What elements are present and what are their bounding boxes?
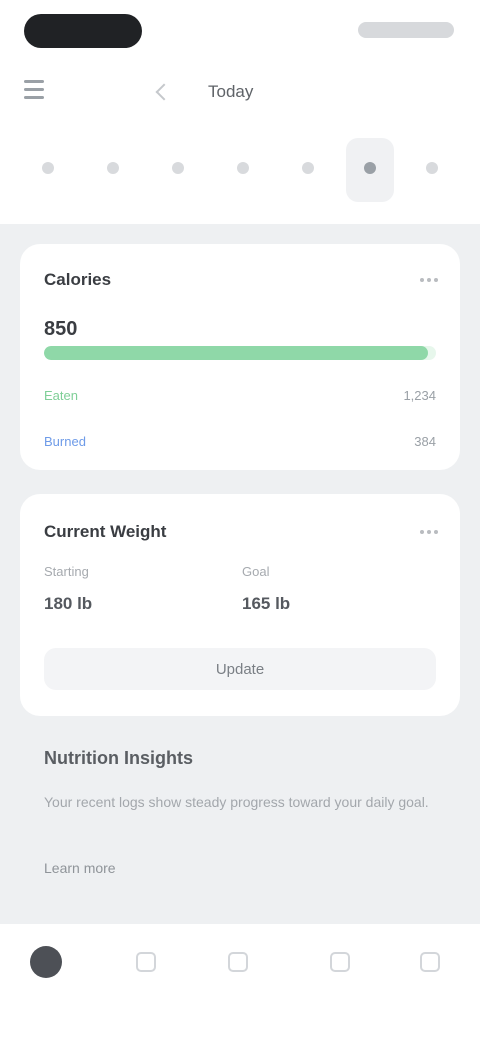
- page-title: Today: [208, 82, 254, 101]
- day-dot-icon: [426, 162, 438, 174]
- eaten-label: Eaten: [44, 388, 78, 403]
- day-1[interactable]: [24, 138, 72, 202]
- more-icon[interactable]: [420, 530, 438, 534]
- tab-add[interactable]: [214, 942, 262, 990]
- day-6-selected[interactable]: [346, 138, 394, 202]
- add-icon: [228, 952, 248, 972]
- calories-progress-track: [44, 346, 436, 360]
- day-4[interactable]: [219, 138, 267, 202]
- card-title: Calories: [44, 270, 112, 289]
- day-dot-icon: [172, 162, 184, 174]
- day-3[interactable]: [154, 138, 202, 202]
- tab-more[interactable]: [406, 942, 454, 990]
- tab-home[interactable]: [22, 942, 70, 990]
- tab-diary[interactable]: [122, 942, 170, 990]
- burned-value: 384: [414, 434, 436, 449]
- day-dot-icon: [302, 162, 314, 174]
- day-dot-icon: [237, 162, 249, 174]
- insights-body: Your recent logs show steady progress to…: [44, 794, 429, 810]
- burned-label: Burned: [44, 434, 86, 449]
- goal-weight-value: 165 lb: [242, 594, 291, 613]
- eaten-value: 1,234: [403, 388, 436, 403]
- day-dot-icon: [107, 162, 119, 174]
- day-5[interactable]: [284, 138, 332, 202]
- top-navigation: Today: [0, 64, 480, 116]
- goal-weight-label: Goal: [242, 564, 270, 579]
- home-icon: [30, 946, 62, 978]
- weight-card: Current Weight Starting 180 lb Goal 165 …: [20, 494, 460, 716]
- calories-progress-fill: [44, 346, 429, 360]
- chevron-left-icon[interactable]: [155, 83, 173, 101]
- day-7[interactable]: [408, 138, 456, 202]
- update-weight-button[interactable]: Update: [44, 648, 436, 690]
- calories-card: Calories 850 Eaten 1,234 Burned 384: [20, 244, 460, 470]
- learn-more-link[interactable]: Learn more: [44, 860, 116, 876]
- tab-progress[interactable]: [316, 942, 364, 990]
- starting-weight-label: Starting: [44, 564, 89, 579]
- dynamic-island: [24, 14, 142, 48]
- starting-weight-value: 180 lb: [44, 594, 93, 613]
- progress-icon: [330, 952, 350, 972]
- calories-remaining: 850: [44, 318, 78, 340]
- day-2[interactable]: [89, 138, 137, 202]
- date-strip: [0, 116, 480, 224]
- insights-title: Nutrition Insights: [44, 748, 193, 768]
- day-dot-icon: [364, 162, 376, 174]
- day-dot-icon: [42, 162, 54, 174]
- status-bar: [0, 0, 480, 64]
- card-title: Current Weight: [44, 522, 167, 541]
- more-tab-icon: [420, 952, 440, 972]
- status-icons: [358, 22, 454, 38]
- diary-icon: [136, 952, 156, 972]
- more-icon[interactable]: [420, 278, 438, 282]
- bottom-tab-bar: [0, 924, 480, 1040]
- menu-icon[interactable]: [24, 78, 44, 102]
